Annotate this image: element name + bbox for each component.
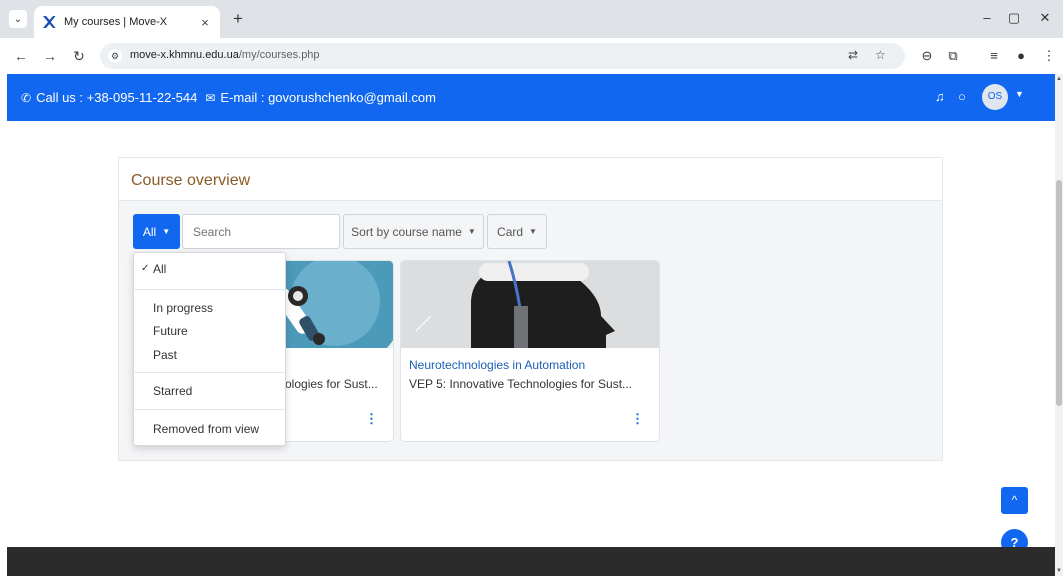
scroll-up-arrow-icon[interactable]: ▲ (1055, 76, 1063, 82)
grouping-label: All (142, 224, 157, 239)
notifications-bell-icon[interactable]: ♫ (935, 89, 945, 104)
course-name[interactable]: ologies for Sust... (285, 377, 393, 391)
site-header: ✆ Call us : +38-095-11-22-544 ✉ E-mail :… (7, 74, 1055, 121)
puzzle-extensions-icon[interactable]: ⧉ (944, 48, 962, 64)
email-icon: ✉ (205, 90, 216, 105)
grouping-dropdown-menu: ✓ All In progress Future Past Starred Re… (133, 252, 286, 446)
forward-icon[interactable]: → (41, 47, 59, 65)
browser-tab-strip: ⌄ My courses | Move-X × + – ▢ ✕ (0, 0, 1063, 38)
scrollbar-thumb[interactable] (1056, 180, 1062, 406)
close-window-button[interactable]: ✕ (1035, 10, 1055, 26)
reading-list-icon[interactable]: ≡ (985, 48, 1003, 63)
chevron-down-icon: ▼ (529, 227, 537, 236)
view-label: Card (497, 224, 524, 239)
browser-toolbar: ← → ↻ ⚙ move-x.khmnu.edu.ua/my/courses.p… (0, 38, 1063, 74)
sort-dropdown-button[interactable]: Sort by course name ▼ (343, 214, 484, 249)
tab-close-icon[interactable]: × (196, 15, 214, 30)
site-settings-icon[interactable]: ⚙ (108, 49, 122, 63)
contact-info: ✆ Call us : +38-095-11-22-544 ✉ E-mail :… (21, 90, 436, 105)
course-image[interactable] (401, 261, 659, 348)
tab-search-chevron-icon[interactable]: ⌄ (9, 10, 27, 28)
dropdown-item-starred[interactable]: Starred (134, 381, 285, 401)
back-icon[interactable]: ← (12, 47, 30, 65)
url-text: move-x.khmnu.edu.ua/my/courses.php (130, 49, 320, 61)
view-dropdown-button[interactable]: Card ▼ (487, 214, 547, 249)
chevron-down-icon: ▼ (467, 227, 476, 236)
dropdown-item-future[interactable]: Future (134, 321, 285, 341)
chevron-down-icon: ▼ (162, 227, 171, 236)
dropdown-divider (134, 409, 285, 410)
restore-button[interactable]: ▢ (1004, 10, 1024, 26)
user-avatar[interactable]: OS (982, 84, 1008, 110)
dropdown-divider (134, 289, 285, 290)
profile-icon[interactable]: ● (1012, 48, 1030, 63)
course-category: Neurotechnologies in Automation (409, 358, 586, 372)
email-text: E-mail : govorushchenko@gmail.com (220, 90, 436, 105)
course-card[interactable]: Neurotechnologies in Automation VEP 5: I… (400, 260, 660, 442)
sort-label: Sort by course name (351, 224, 462, 239)
block-header: Course overview (119, 158, 942, 201)
back-to-top-button[interactable]: ^ (1001, 487, 1028, 514)
course-image-head-profile (401, 261, 659, 348)
user-menu-chevron-icon[interactable]: ▼ (1015, 89, 1024, 99)
course-actions-menu-icon[interactable]: ⋮ (631, 411, 644, 427)
dropdown-item-in-progress[interactable]: In progress (134, 298, 285, 318)
address-bar[interactable]: ⚙ move-x.khmnu.edu.ua/my/courses.php ⇄ ☆ (100, 43, 905, 69)
block-title: Course overview (131, 172, 251, 189)
dropdown-divider (134, 372, 285, 373)
translate-icon[interactable]: ⇄ (848, 48, 858, 62)
checkmark-icon: ✓ (141, 263, 150, 274)
phone-icon: ✆ (21, 90, 32, 105)
reload-icon[interactable]: ↻ (70, 47, 88, 65)
move-x-favicon-icon (43, 16, 56, 28)
course-name[interactable]: VEP 5: Innovative Technologies for Sust.… (409, 377, 653, 391)
dropdown-item-all[interactable]: ✓ All (134, 259, 285, 279)
course-actions-menu-icon[interactable]: ⋮ (365, 411, 378, 427)
tab-title: My courses | Move-X (64, 16, 168, 28)
page-scrollbar[interactable]: ▲ ▼ (1055, 74, 1063, 576)
phone-text: Call us : +38-095-11-22-544 (36, 90, 198, 105)
page-root: ⌄ My courses | Move-X × + – ▢ ✕ ← → ↻ ⚙ … (0, 0, 1063, 576)
site-footer (7, 547, 1055, 576)
grouping-dropdown-button[interactable]: All ▼ (133, 214, 180, 249)
chrome-menu-icon[interactable]: ⋮ (1040, 48, 1058, 64)
minimize-button[interactable]: – (977, 10, 997, 25)
bookmark-star-icon[interactable]: ☆ (875, 48, 886, 62)
new-tab-button[interactable]: + (228, 10, 248, 28)
browser-tab[interactable]: My courses | Move-X × (34, 6, 220, 38)
extension-icon[interactable]: ⊖ (918, 48, 936, 64)
search-input[interactable] (182, 214, 340, 249)
messages-icon[interactable]: ○ (958, 89, 966, 104)
dropdown-item-past[interactable]: Past (134, 345, 285, 365)
scroll-down-arrow-icon[interactable]: ▼ (1055, 568, 1063, 574)
dropdown-item-removed-from-view[interactable]: Removed from view (134, 419, 285, 439)
